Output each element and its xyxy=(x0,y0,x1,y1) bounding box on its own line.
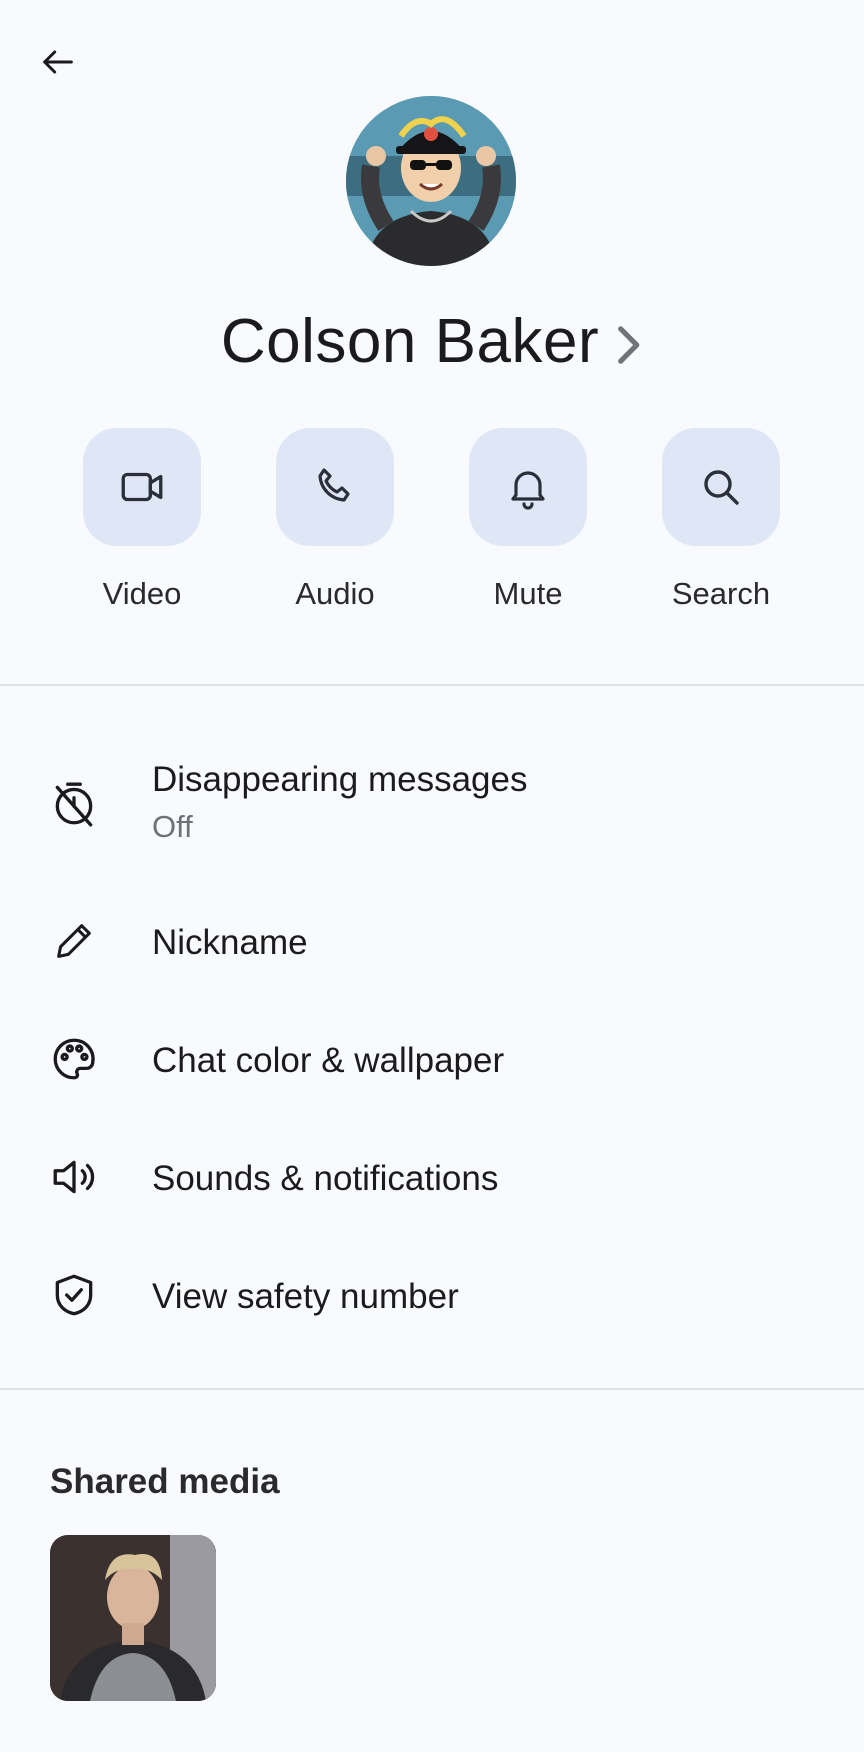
menu-item-disappearing-messages[interactable]: Disappearing messages Off xyxy=(0,752,864,858)
shared-media-thumbnail[interactable] xyxy=(50,1535,216,1701)
audio-label: Audio xyxy=(295,576,375,611)
search-button[interactable]: Search xyxy=(641,428,801,612)
bell-icon xyxy=(511,471,545,510)
mute-tile[interactable] xyxy=(469,428,587,546)
chat-color-label: Chat color & wallpaper xyxy=(152,1041,505,1080)
photo-thumbnail xyxy=(50,1535,216,1701)
shield-check-icon xyxy=(48,1269,100,1321)
video-camera-icon xyxy=(121,472,163,502)
video-tile[interactable] xyxy=(83,428,201,546)
search-tile[interactable] xyxy=(662,428,780,546)
search-icon xyxy=(704,470,739,505)
phone-icon xyxy=(318,468,350,502)
action-bar: Video Audio Mute Search xyxy=(0,428,864,628)
sounds-label: Sounds & notifications xyxy=(152,1159,499,1198)
avatar[interactable] xyxy=(346,96,516,266)
cartoon-avatar xyxy=(346,96,516,266)
audio-button[interactable]: Audio xyxy=(255,428,415,612)
menu-item-nickname[interactable]: Nickname xyxy=(0,893,864,993)
nickname-label: Nickname xyxy=(152,923,308,962)
safety-number-label: View safety number xyxy=(152,1277,459,1316)
video-button[interactable]: Video xyxy=(62,428,222,612)
mute-label: Mute xyxy=(493,576,563,611)
mute-button[interactable]: Mute xyxy=(448,428,608,612)
contact-name: Colson Baker xyxy=(220,306,600,376)
chevron-right-icon xyxy=(618,326,640,364)
menu-item-chat-color[interactable]: Chat color & wallpaper xyxy=(0,1011,864,1111)
pencil-icon xyxy=(48,915,100,967)
audio-tile[interactable] xyxy=(276,428,394,546)
disappearing-messages-value: Off xyxy=(152,809,193,844)
palette-icon xyxy=(48,1033,100,1085)
menu-item-sounds[interactable]: Sounds & notifications xyxy=(0,1129,864,1229)
shared-media-title: Shared media xyxy=(50,1462,280,1501)
video-label: Video xyxy=(102,576,182,611)
arrow-left-icon xyxy=(43,50,73,74)
contact-name-row[interactable]: Colson Baker xyxy=(0,296,864,386)
back-button[interactable] xyxy=(30,34,86,90)
search-label: Search xyxy=(671,576,771,611)
timer-off-icon xyxy=(48,778,100,830)
disappearing-messages-label: Disappearing messages xyxy=(152,760,528,799)
speaker-icon xyxy=(48,1151,100,1203)
divider xyxy=(0,1388,864,1390)
divider xyxy=(0,684,864,686)
menu-item-safety-number[interactable]: View safety number xyxy=(0,1247,864,1347)
